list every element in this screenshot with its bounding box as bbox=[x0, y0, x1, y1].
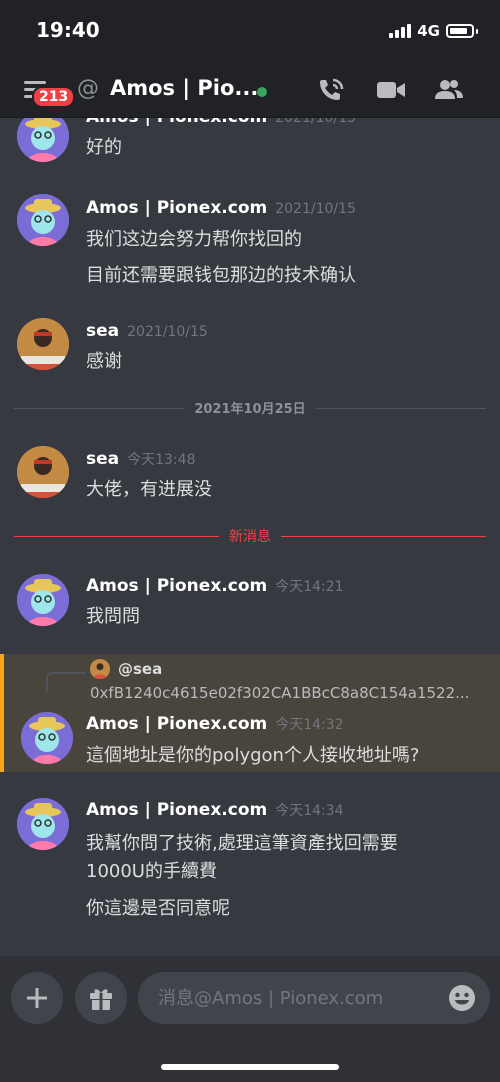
message-input-container[interactable] bbox=[138, 972, 490, 1024]
message-author[interactable]: Amos | Pionex.com 今天14:32 bbox=[86, 714, 344, 734]
home-indicator[interactable] bbox=[161, 1064, 339, 1070]
message-input[interactable] bbox=[158, 972, 438, 1024]
avatar[interactable] bbox=[17, 446, 69, 498]
message-timestamp: 今天14:32 bbox=[275, 717, 344, 733]
avatar[interactable] bbox=[17, 118, 69, 162]
message-author[interactable]: Amos | Pionex.com 今天14:34 bbox=[86, 800, 344, 820]
avatar[interactable] bbox=[17, 194, 69, 246]
author-name[interactable]: Amos | Pionex.com bbox=[86, 714, 267, 734]
sea-avatar-image bbox=[17, 446, 69, 498]
amos-avatar-image bbox=[17, 118, 69, 162]
message-text: 你這邊是否同意呢 bbox=[86, 898, 230, 919]
message-list[interactable]: Amos | Pionex.com 2021/10/15 好的 Amos | Pi… bbox=[0, 118, 500, 956]
reply-preview[interactable]: 0xfB1240c4615e02f302CA1BBcC8a8C154a1522.… bbox=[90, 684, 490, 702]
amos-avatar-image bbox=[17, 194, 69, 246]
amos-avatar-image bbox=[21, 712, 73, 764]
online-status-indicator bbox=[257, 87, 267, 97]
author-name[interactable]: sea bbox=[86, 321, 119, 341]
reply-connector bbox=[46, 672, 86, 692]
emoji-icon[interactable] bbox=[448, 984, 476, 1012]
message-text: 目前还需要跟钱包那边的技术确认 bbox=[86, 265, 356, 286]
avatar[interactable] bbox=[21, 712, 73, 764]
date-divider: 2021年10月25日 bbox=[14, 398, 486, 417]
message-author[interactable]: sea 2021/10/15 bbox=[86, 321, 208, 341]
message-text: 大佬，有进展没 bbox=[86, 479, 212, 500]
status-indicators: 4G bbox=[389, 22, 478, 40]
plus-icon[interactable] bbox=[11, 972, 63, 1024]
avatar[interactable] bbox=[17, 798, 69, 850]
phone-call-icon[interactable] bbox=[316, 76, 346, 104]
author-name[interactable]: Amos | Pionex.com bbox=[86, 198, 267, 218]
message-author[interactable]: sea 今天13:48 bbox=[86, 449, 195, 469]
channel-header: 213 @ Amos | Pio... bbox=[0, 62, 500, 118]
author-name[interactable]: sea bbox=[86, 449, 119, 469]
avatar[interactable] bbox=[17, 574, 69, 626]
date-divider-label: 2021年10月25日 bbox=[184, 398, 316, 417]
video-camera-icon[interactable] bbox=[376, 76, 406, 104]
message-author[interactable]: Amos | Pionex.com 2021/10/15 bbox=[86, 118, 356, 127]
avatar[interactable] bbox=[17, 318, 69, 370]
message-timestamp: 今天14:34 bbox=[275, 803, 344, 819]
new-messages-divider: 新消息 bbox=[14, 526, 486, 546]
channel-title[interactable]: Amos | Pio... bbox=[110, 76, 258, 100]
message-author[interactable]: Amos | Pionex.com 2021/10/15 bbox=[86, 198, 356, 218]
members-icon[interactable] bbox=[434, 76, 464, 104]
mention-highlight[interactable]: @sea 0xfB1240c4615e02f302CA1BBcC8a8C154a… bbox=[0, 654, 500, 772]
message-text: 我幫你問了技術,處理這筆資產找回需要 bbox=[86, 833, 398, 854]
message-text: 這個地址是你的polygon个人接收地址嗎? bbox=[86, 745, 420, 766]
reply-avatar bbox=[90, 659, 110, 679]
at-icon: @ bbox=[77, 76, 99, 101]
battery-icon bbox=[446, 24, 474, 38]
amos-avatar-image bbox=[17, 798, 69, 850]
message-timestamp: 今天13:48 bbox=[127, 452, 196, 468]
gift-icon[interactable] bbox=[75, 972, 127, 1024]
signal-icon bbox=[389, 24, 412, 38]
sea-avatar-image bbox=[17, 318, 69, 370]
message-text: 我们这边会努力帮你找回的 bbox=[86, 229, 302, 250]
new-messages-label: 新消息 bbox=[219, 526, 281, 546]
message-text: 好的 bbox=[86, 137, 122, 158]
sea-avatar-image bbox=[90, 659, 110, 679]
reply-author[interactable]: @sea bbox=[118, 660, 162, 678]
network-label: 4G bbox=[417, 22, 440, 40]
message-text: 感谢 bbox=[86, 351, 122, 372]
message-timestamp: 2021/10/15 bbox=[127, 324, 208, 340]
author-name[interactable]: Amos | Pionex.com bbox=[86, 118, 267, 127]
amos-avatar-image bbox=[17, 574, 69, 626]
message-author[interactable]: Amos | Pionex.com 今天14:21 bbox=[86, 576, 344, 596]
message-timestamp: 2021/10/15 bbox=[275, 201, 356, 217]
message-text: 我問問 bbox=[86, 606, 140, 627]
author-name[interactable]: Amos | Pionex.com bbox=[86, 576, 267, 596]
message-text: 1000U的手續費 bbox=[86, 861, 217, 882]
message-timestamp: 今天14:21 bbox=[275, 579, 344, 595]
message-timestamp: 2021/10/15 bbox=[275, 118, 356, 126]
author-name[interactable]: Amos | Pionex.com bbox=[86, 800, 267, 820]
status-bar: 19:40 4G bbox=[0, 0, 500, 62]
unread-badge: 213 bbox=[32, 86, 76, 108]
status-time: 19:40 bbox=[36, 18, 100, 42]
